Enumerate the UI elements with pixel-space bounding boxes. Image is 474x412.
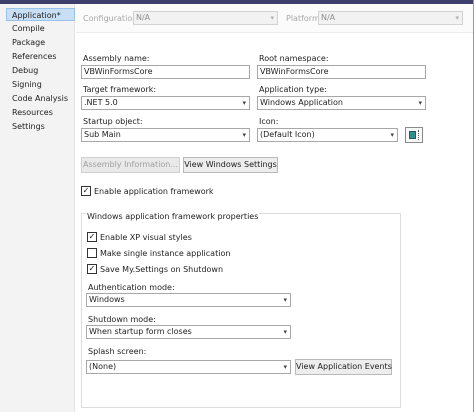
nav-item-references[interactable]: References — [7, 50, 75, 63]
browse-icon-button[interactable] — [405, 127, 423, 143]
icon-label: Icon: — [259, 117, 279, 126]
chevron-down-icon: ▾ — [242, 99, 246, 107]
startup-object-select[interactable]: Sub Main ▾ — [81, 128, 250, 142]
nav-item-settings[interactable]: Settings — [7, 120, 75, 133]
nav-item-label: Code Analysis — [12, 94, 68, 103]
chevron-down-icon: ▾ — [418, 99, 422, 107]
nav-item-signing[interactable]: Signing — [7, 78, 75, 91]
chevron-down-icon: ▾ — [283, 363, 287, 371]
platform-label: Platform: — [286, 14, 323, 23]
assembly-name-value: VBWinFormsCore — [84, 67, 153, 76]
nav-item-label: Debug — [12, 66, 39, 75]
nav-item-compile[interactable]: Compile — [7, 22, 75, 35]
nav-item-label: Resources — [12, 108, 53, 117]
splash-screen-select[interactable]: (None) ▾ — [86, 360, 291, 374]
shutdown-mode-value: When startup form closes — [89, 327, 192, 336]
application-type-label: Application type: — [259, 85, 327, 94]
configuration-select[interactable]: N/A ▾ — [133, 11, 278, 25]
xp-styles-label: Enable XP visual styles — [100, 233, 192, 242]
nav-item-label: Signing — [12, 80, 42, 89]
target-framework-select[interactable]: .NET 5.0 ▾ — [81, 96, 250, 110]
chevron-down-icon: ▾ — [242, 131, 246, 139]
assembly-name-input[interactable]: VBWinFormsCore — [81, 65, 250, 79]
application-type-select[interactable]: Windows Application ▾ — [257, 96, 426, 110]
nav-item-label: Settings — [12, 122, 45, 131]
chevron-down-icon: ▾ — [283, 296, 287, 304]
nav-item-label: Package — [12, 38, 46, 47]
chevron-down-icon: ▾ — [390, 131, 394, 139]
platform-select[interactable]: N/A ▾ — [318, 11, 463, 25]
nav-item-label: Application* — [12, 11, 61, 20]
group-title: Windows application framework properties — [86, 212, 260, 222]
configuration-value: N/A — [136, 13, 151, 22]
enable-app-framework-label: Enable application framework — [94, 187, 214, 196]
view-windows-settings-button[interactable]: View Windows Settings — [183, 157, 278, 173]
auth-mode-label: Authentication mode: — [88, 283, 175, 292]
platform-value: N/A — [321, 13, 336, 22]
view-application-events-button[interactable]: View Application Events — [295, 359, 392, 375]
property-pages-nav: Application* Compile Package References … — [0, 4, 75, 412]
button-label: Assembly Information... — [82, 160, 179, 169]
nav-item-application[interactable]: Application* — [6, 8, 75, 21]
nav-item-code-analysis[interactable]: Code Analysis — [7, 92, 75, 105]
nav-item-label: References — [12, 52, 57, 61]
assembly-name-label: Assembly name: — [83, 54, 150, 63]
root-namespace-value: VBWinFormsCore — [260, 67, 329, 76]
save-settings-label: Save My.Settings on Shutdown — [100, 265, 224, 274]
application-icon — [409, 131, 416, 139]
startup-object-value: Sub Main — [84, 130, 121, 139]
target-framework-value: .NET 5.0 — [84, 98, 118, 107]
enable-app-framework-checkbox[interactable]: ✓ — [81, 186, 91, 196]
nav-item-label: Compile — [12, 24, 45, 33]
splash-screen-label: Splash screen: — [88, 347, 147, 356]
xp-styles-checkbox[interactable]: ✓ — [87, 232, 97, 242]
icon-value: (Default Icon) — [260, 130, 315, 139]
checkmark-icon: ✓ — [88, 264, 96, 273]
target-framework-label: Target framework: — [83, 85, 157, 94]
assembly-information-button[interactable]: Assembly Information... — [81, 157, 180, 173]
button-label: View Windows Settings — [184, 160, 277, 169]
chevron-down-icon: ▾ — [270, 14, 274, 22]
auth-mode-select[interactable]: Windows ▾ — [86, 293, 291, 307]
single-instance-checkbox[interactable] — [87, 248, 97, 258]
root-namespace-label: Root namespace: — [259, 54, 329, 63]
checkmark-icon: ✓ — [82, 186, 90, 195]
chevron-down-icon: ▾ — [283, 328, 287, 336]
nav-item-debug[interactable]: Debug — [7, 64, 75, 77]
nav-item-resources[interactable]: Resources — [7, 106, 75, 119]
nav-item-package[interactable]: Package — [7, 36, 75, 49]
application-type-value: Windows Application — [260, 98, 343, 107]
shutdown-mode-select[interactable]: When startup form closes ▾ — [86, 325, 291, 339]
single-instance-label: Make single instance application — [100, 249, 231, 258]
icon-select[interactable]: (Default Icon) ▾ — [257, 128, 398, 142]
startup-object-label: Startup object: — [83, 117, 143, 126]
checkmark-icon: ✓ — [88, 232, 96, 241]
configuration-label: Configuration: — [83, 14, 140, 23]
shutdown-mode-label: Shutdown mode: — [88, 315, 156, 324]
save-settings-checkbox[interactable]: ✓ — [87, 264, 97, 274]
auth-mode-value: Windows — [89, 295, 125, 304]
chevron-down-icon: ▾ — [455, 14, 459, 22]
splash-screen-value: (None) — [89, 362, 117, 371]
button-label: View Application Events — [296, 362, 392, 371]
root-namespace-input[interactable]: VBWinFormsCore — [257, 65, 426, 79]
ellipsis-icon — [418, 130, 420, 140]
